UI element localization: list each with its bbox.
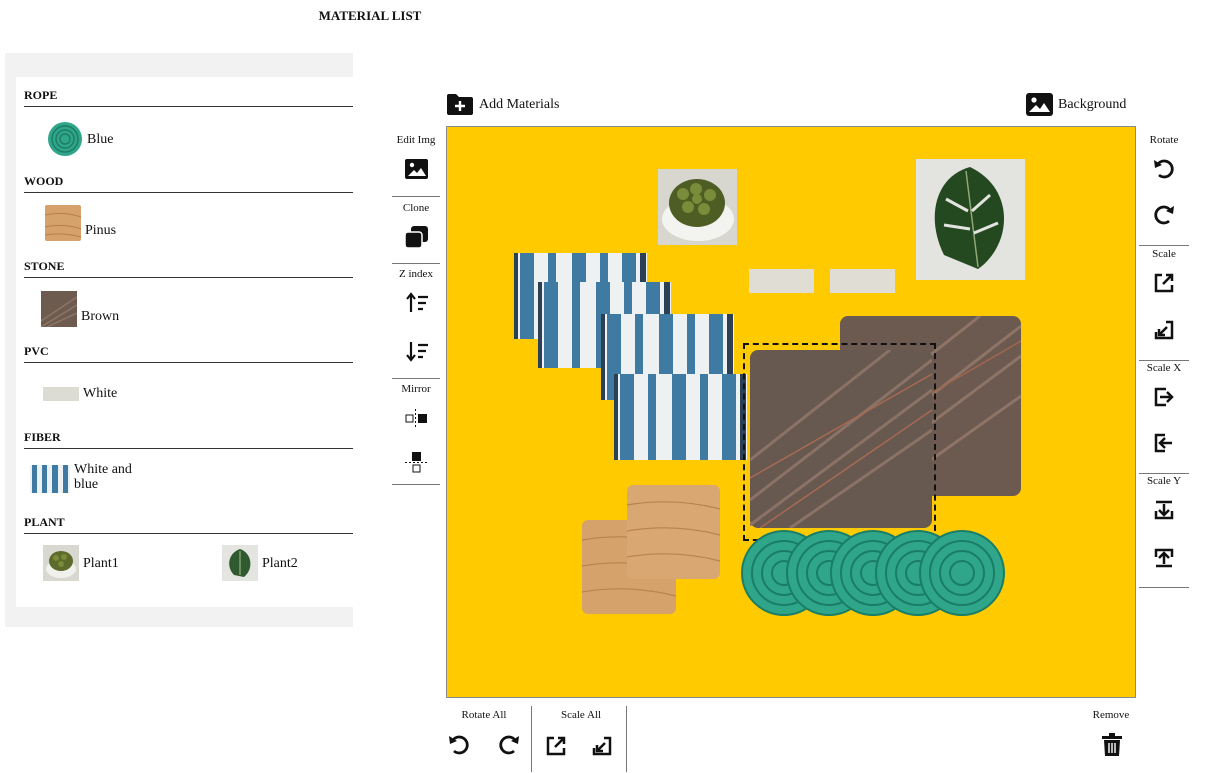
remove-label: Remove bbox=[1092, 709, 1130, 721]
rotate-left-icon[interactable] bbox=[1152, 157, 1176, 181]
category-wood: WOOD bbox=[24, 174, 353, 193]
scale-x-label: Scale X bbox=[1146, 362, 1182, 374]
plant1-thumbnail bbox=[43, 545, 79, 581]
material-label: Plant2 bbox=[262, 555, 298, 571]
scale-y-increase-icon[interactable] bbox=[1153, 499, 1175, 521]
scale-y-label: Scale Y bbox=[1146, 475, 1182, 487]
z-index-label: Z index bbox=[399, 268, 433, 280]
clone-label: Clone bbox=[402, 202, 430, 214]
rotate-group: Rotate bbox=[1139, 134, 1189, 146]
z-index-group: Z index bbox=[392, 268, 440, 280]
rotate-all-label: Rotate All bbox=[461, 709, 507, 721]
material-item-fiber-white-blue[interactable]: White and blue bbox=[30, 462, 146, 493]
scale-x-group: Scale X bbox=[1139, 362, 1189, 374]
tool-divider bbox=[1139, 587, 1189, 588]
add-materials-button[interactable]: Add Materials bbox=[446, 93, 559, 116]
mirror-horizontal-icon[interactable] bbox=[404, 408, 429, 430]
canvas-item-plant1[interactable] bbox=[658, 169, 737, 245]
send-backward-icon[interactable] bbox=[405, 340, 429, 362]
background-label: Background bbox=[1058, 96, 1127, 112]
material-label: Plant1 bbox=[83, 555, 119, 571]
rotate-all-left-icon[interactable] bbox=[447, 733, 471, 757]
left-toolbar: Edit Img bbox=[392, 134, 440, 146]
tool-divider bbox=[392, 263, 440, 264]
material-item-pvc-white[interactable]: White bbox=[43, 386, 117, 401]
material-item-plant2[interactable]: Plant2 bbox=[222, 545, 298, 581]
add-materials-label: Add Materials bbox=[479, 96, 560, 112]
scale-x-increase-icon[interactable] bbox=[1153, 386, 1175, 408]
bring-forward-icon[interactable] bbox=[405, 292, 429, 314]
material-item-wood-pinus[interactable]: Pinus bbox=[45, 205, 116, 241]
tool-divider bbox=[392, 378, 440, 379]
canvas-item-pvc-2[interactable] bbox=[830, 269, 895, 293]
scale-x-decrease-icon[interactable] bbox=[1153, 432, 1175, 454]
mirror-vertical-icon[interactable] bbox=[404, 450, 429, 474]
background-button[interactable]: Background bbox=[1025, 92, 1126, 117]
bottom-divider bbox=[626, 706, 627, 772]
mirror-group: Mirror bbox=[392, 383, 440, 395]
tool-divider bbox=[392, 196, 440, 197]
material-label: Blue bbox=[87, 131, 114, 147]
edit-image-icon[interactable] bbox=[404, 158, 429, 180]
canvas-item-rope-group[interactable] bbox=[741, 529, 1006, 617]
scale-all-down-icon[interactable] bbox=[591, 735, 613, 757]
scale-group: Scale bbox=[1139, 248, 1189, 260]
pvc-thumbnail bbox=[43, 386, 79, 401]
rotate-right-icon[interactable] bbox=[1152, 203, 1176, 227]
fiber-thumbnail bbox=[30, 465, 70, 493]
canvas-item-wood-2[interactable] bbox=[627, 485, 720, 579]
selection-outline bbox=[743, 343, 936, 541]
moodboard-canvas[interactable] bbox=[446, 126, 1136, 698]
material-list-panel: ROPE Blue WOOD Pinus STONE Brown PVC Whi… bbox=[5, 53, 353, 627]
category-fiber: FIBER bbox=[24, 430, 353, 449]
rotate-label: Rotate bbox=[1149, 134, 1179, 146]
canvas-item-plant2[interactable] bbox=[916, 159, 1025, 280]
rope-blue-thumbnail bbox=[48, 122, 82, 156]
material-item-plant1[interactable]: Plant1 bbox=[43, 545, 119, 581]
material-item-rope-blue[interactable]: Blue bbox=[47, 121, 113, 157]
tool-divider bbox=[1139, 360, 1189, 361]
scale-down-icon[interactable] bbox=[1153, 319, 1175, 341]
tool-divider bbox=[392, 484, 440, 485]
mirror-label: Mirror bbox=[401, 383, 431, 395]
category-plant: PLANT bbox=[24, 515, 353, 534]
scale-y-decrease-icon[interactable] bbox=[1153, 547, 1175, 569]
tool-divider bbox=[1139, 473, 1189, 474]
image-icon bbox=[1026, 93, 1053, 116]
tool-divider bbox=[1139, 245, 1189, 246]
scale-all-up-icon[interactable] bbox=[545, 735, 567, 757]
rotate-all-right-icon[interactable] bbox=[497, 733, 521, 757]
category-rope: ROPE bbox=[24, 88, 353, 107]
clone-group: Clone bbox=[392, 202, 440, 214]
material-label: Pinus bbox=[85, 222, 117, 238]
clone-icon[interactable] bbox=[404, 225, 429, 249]
scale-up-icon[interactable] bbox=[1153, 272, 1175, 294]
material-label: White and blue bbox=[74, 462, 132, 492]
material-label: Brown bbox=[81, 308, 120, 324]
canvas-item-pvc-1[interactable] bbox=[749, 269, 814, 293]
trash-icon[interactable] bbox=[1101, 733, 1123, 757]
plant2-thumbnail bbox=[222, 545, 258, 581]
bottom-divider bbox=[531, 706, 532, 772]
canvas-item-fiber-4[interactable] bbox=[614, 374, 747, 460]
category-stone: STONE bbox=[24, 259, 353, 278]
page-title: MATERIAL LIST bbox=[318, 8, 422, 23]
material-item-stone-brown[interactable]: Brown bbox=[41, 291, 119, 327]
wood-thumbnail bbox=[45, 205, 81, 241]
category-pvc: PVC bbox=[24, 344, 353, 363]
material-label: White bbox=[83, 386, 118, 401]
scale-label: Scale bbox=[1152, 248, 1176, 260]
scale-all-label: Scale All bbox=[560, 709, 602, 721]
folder-plus-icon bbox=[447, 94, 473, 115]
material-list: ROPE Blue WOOD Pinus STONE Brown PVC Whi… bbox=[16, 77, 353, 607]
edit-img-label: Edit Img bbox=[396, 134, 436, 146]
scale-y-group: Scale Y bbox=[1139, 475, 1189, 487]
stone-thumbnail bbox=[41, 291, 77, 327]
